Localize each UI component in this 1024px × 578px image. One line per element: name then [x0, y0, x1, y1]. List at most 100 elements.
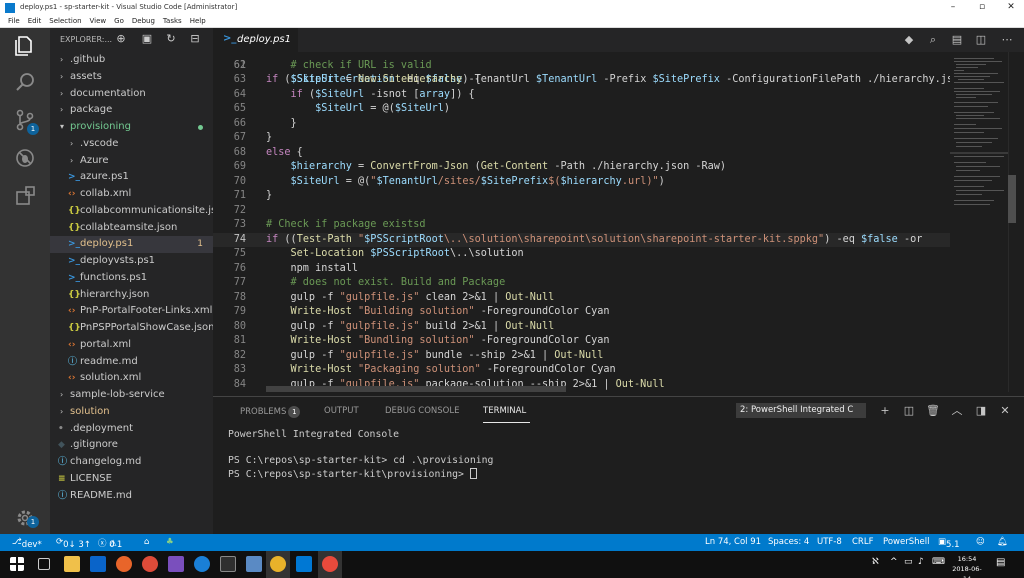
- tree-item-portal-xml[interactable]: ‹› portal.xml: [50, 337, 213, 354]
- tree-item-solution-xml[interactable]: ‹› solution.xml: [50, 370, 213, 387]
- volume-icon[interactable]: ♪: [918, 557, 924, 567]
- explorer-icon[interactable]: [13, 34, 37, 58]
- cursor-position[interactable]: Ln 74, Col 91: [705, 537, 761, 547]
- tree-item-collabteamsite-json[interactable]: {} collabteamsite.json: [50, 220, 213, 237]
- menu-item-help[interactable]: Help: [190, 17, 206, 25]
- windows-start-icon[interactable]: [10, 557, 24, 571]
- minimize-icon[interactable]: –: [946, 2, 960, 12]
- refresh-icon[interactable]: ↻: [164, 32, 178, 46]
- new-folder-icon[interactable]: ▣: [140, 32, 154, 46]
- close-panel-icon[interactable]: ✕: [998, 404, 1012, 418]
- tree-item-gitignore[interactable]: ◆ .gitignore: [50, 437, 213, 454]
- tree-item-azure-ps1[interactable]: >_ azure.ps1: [50, 169, 213, 186]
- tree-item-deployvsts-ps1[interactable]: >_ deployvsts.ps1: [50, 253, 213, 270]
- chrome-icon[interactable]: [142, 556, 158, 572]
- close-window-icon[interactable]: ✕: [1004, 2, 1018, 12]
- split-terminal-icon[interactable]: ◫: [902, 404, 916, 418]
- tray-expand-icon[interactable]: ^: [890, 557, 898, 567]
- task-view-icon[interactable]: [38, 558, 50, 570]
- tab-output[interactable]: OUTPUT: [324, 406, 359, 416]
- run-icon[interactable]: ◆: [902, 33, 916, 47]
- code-editor[interactable]: 61 if ($SkipSiteCreation -eq $false) { 6…: [213, 52, 950, 392]
- tree-item-github[interactable]: › .github: [50, 52, 213, 69]
- remote-desktop-icon[interactable]: [246, 556, 262, 572]
- language-mode[interactable]: PowerShell: [883, 537, 929, 547]
- outlook-icon[interactable]: [90, 556, 106, 572]
- taskbar-clock[interactable]: 16:54 2018-06-14: [950, 554, 984, 578]
- menu-item-selection[interactable]: Selection: [49, 17, 81, 25]
- split-editor-icon[interactable]: ◫: [974, 33, 988, 47]
- encoding[interactable]: UTF-8: [817, 537, 842, 547]
- recorder-icon[interactable]: [322, 556, 338, 572]
- tree-item-collabcommunicationsite-json[interactable]: {}collabcommunicationsite.json: [50, 203, 213, 220]
- tree-item-readme-md[interactable]: ⓘ readme.md: [50, 354, 213, 371]
- terminal-selector[interactable]: 2: PowerShell Integrated C: [736, 403, 866, 418]
- minimap[interactable]: [950, 52, 1008, 392]
- edge-icon[interactable]: [194, 556, 210, 572]
- menu-item-file[interactable]: File: [8, 17, 20, 25]
- tab-debug-console[interactable]: DEBUG CONSOLE: [385, 406, 459, 416]
- tree-item-assets[interactable]: › assets: [50, 69, 213, 86]
- tree-item-collab-xml[interactable]: ‹› collab.xml: [50, 186, 213, 203]
- sync-indicator[interactable]: ⟳ 0↓ 3↑: [56, 537, 91, 550]
- tree-item-vscode[interactable]: › .vscode: [50, 136, 213, 153]
- tree-item-provisioning[interactable]: ▾ provisioning: [50, 119, 213, 136]
- find-icon[interactable]: ⌕: [926, 33, 940, 47]
- maximize-panel-icon[interactable]: ︿: [950, 404, 964, 418]
- file-explorer-icon[interactable]: [64, 556, 80, 572]
- vscode-taskbar-icon[interactable]: [296, 556, 312, 572]
- tree-item-pnpspportalshowcase-json[interactable]: {} PnPSPPortalShowCase.json: [50, 320, 213, 337]
- tree-item-sample-lob-service[interactable]: › sample-lob-service: [50, 387, 213, 404]
- tab-problems[interactable]: PROBLEMS 1: [240, 406, 301, 418]
- indentation[interactable]: Spaces: 4: [768, 537, 809, 547]
- tree-item-deploy-ps1[interactable]: >_ deploy.ps1 1: [50, 236, 213, 253]
- powershell-taskbar-icon[interactable]: [220, 556, 236, 572]
- powershell-version[interactable]: ▣ 5.1: [938, 537, 960, 550]
- search-icon[interactable]: [13, 70, 37, 94]
- network-icon[interactable]: ▭: [904, 557, 913, 567]
- language-tray-icon[interactable]: ⌨: [932, 557, 945, 567]
- new-terminal-icon[interactable]: +: [878, 404, 892, 418]
- more-actions-icon[interactable]: ⋯: [1000, 33, 1014, 47]
- visual-studio-icon[interactable]: [168, 556, 184, 572]
- feedback-icon[interactable]: ☺: [976, 537, 985, 547]
- menu-item-debug[interactable]: Debug: [132, 17, 155, 25]
- snagit-icon[interactable]: [270, 556, 286, 572]
- live-share-icon[interactable]: ♣: [166, 537, 174, 547]
- menu-item-view[interactable]: View: [90, 17, 107, 25]
- debug-icon[interactable]: [13, 146, 37, 170]
- people-icon[interactable]: ℵ: [872, 557, 879, 567]
- tab-terminal[interactable]: TERMINAL: [483, 406, 526, 416]
- menu-item-go[interactable]: Go: [114, 17, 124, 25]
- tree-item-azure[interactable]: › Azure: [50, 153, 213, 170]
- notifications-bell-icon[interactable]: 🔔︎: [997, 537, 1008, 547]
- editor-horizontal-scrollbar[interactable]: [266, 386, 566, 392]
- menu-item-tasks[interactable]: Tasks: [163, 17, 182, 25]
- tab-deploy-ps1[interactable]: >_ deploy.ps1: [213, 28, 298, 52]
- problems-indicator[interactable]: ⓧ 0 ⚠ 1: [98, 537, 122, 550]
- firefox-icon[interactable]: [116, 556, 132, 572]
- extensions-icon[interactable]: [13, 184, 37, 208]
- tree-item-solution[interactable]: › solution: [50, 404, 213, 421]
- branch-indicator[interactable]: ⎇ dev*: [12, 537, 42, 550]
- menu-item-edit[interactable]: Edit: [28, 17, 42, 25]
- line-ending[interactable]: CRLF: [852, 537, 873, 547]
- tree-item-readme-md[interactable]: ⓘ README.md: [50, 488, 213, 505]
- toggle-panel-position-icon[interactable]: ◨: [974, 404, 988, 418]
- tree-item-pnp-portalfooter-links-xml[interactable]: ‹› PnP-PortalFooter-Links.xml: [50, 303, 213, 320]
- tree-item-package[interactable]: › package: [50, 102, 213, 119]
- kill-terminal-icon[interactable]: 🗑: [926, 404, 940, 418]
- tree-item-deployment[interactable]: • .deployment: [50, 421, 213, 438]
- editor-scroll-thumb[interactable]: [1008, 175, 1016, 223]
- action-center-icon[interactable]: ▤: [996, 557, 1005, 568]
- tree-item-functions-ps1[interactable]: >_ functions.ps1: [50, 270, 213, 287]
- tree-item-license[interactable]: ≡ LICENSE: [50, 471, 213, 488]
- tree-item-changelog-md[interactable]: ⓘ changelog.md: [50, 454, 213, 471]
- tree-item-documentation[interactable]: › documentation: [50, 86, 213, 103]
- open-preview-icon[interactable]: ▤: [950, 33, 964, 47]
- maximize-icon[interactable]: ▫: [975, 2, 989, 12]
- tree-item-hierarchy-json[interactable]: {} hierarchy.json: [50, 287, 213, 304]
- home-icon[interactable]: ⌂: [144, 537, 149, 547]
- new-file-icon[interactable]: ⊕: [114, 32, 128, 46]
- collapse-all-icon[interactable]: ⊟: [188, 32, 202, 46]
